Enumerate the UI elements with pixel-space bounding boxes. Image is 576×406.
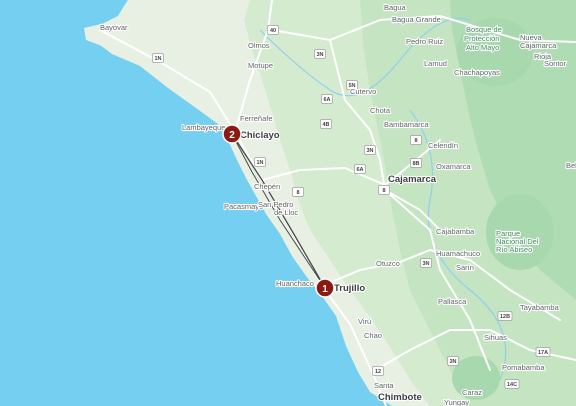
place-label: Alto Mayo [466, 43, 499, 52]
svg-text:12: 12 [375, 369, 381, 375]
place-label: Chota [370, 106, 391, 115]
place-label: Olmos [248, 41, 270, 50]
highway-shield: 6A [354, 164, 366, 174]
highway-shield: 1N [152, 53, 164, 63]
place-label: Trujillo [334, 283, 365, 294]
highway-shield: 40 [267, 25, 279, 35]
svg-text:4B: 4B [322, 122, 329, 128]
place-label: Lambayeque [182, 123, 225, 132]
place-label: Sontor [544, 59, 567, 68]
place-label: Bagua [384, 3, 407, 12]
highway-shield: 3N [364, 145, 376, 155]
highway-shield: 17A [535, 347, 551, 357]
place-label: Lamud [424, 59, 447, 68]
place-label: Chimbote [378, 392, 422, 403]
place-label: Bambamarca [384, 120, 429, 129]
place-label: Cutervo [350, 87, 376, 96]
place-label: Chachapoyas [454, 68, 500, 77]
place-label: Cajamarca [520, 41, 557, 50]
highway-shield: 8 [292, 187, 304, 197]
svg-text:8: 8 [382, 188, 385, 194]
svg-text:12B: 12B [500, 314, 510, 320]
place-label: Cajamarca [388, 174, 437, 185]
place-label: Huanchaco [276, 279, 314, 288]
place-label: Caraz [462, 388, 482, 397]
svg-text:1N: 1N [154, 56, 161, 62]
map-canvas[interactable]: 1N403N5N6A4B3N8B1N86A883N12B3N1214C17A B… [0, 0, 576, 406]
place-label: Protección [464, 34, 499, 43]
highway-shield: 1N [254, 157, 266, 167]
place-label: Yungay [444, 398, 469, 406]
svg-text:8: 8 [296, 190, 299, 196]
highway-shield: 3N [314, 49, 326, 59]
place-label: Bayovar [100, 23, 128, 32]
place-label: de Lloc [274, 208, 298, 217]
place-label: Bel [566, 161, 576, 170]
place-label: Celendín [428, 141, 458, 150]
highway-shield: 8 [378, 185, 390, 195]
svg-text:8B: 8B [412, 161, 419, 167]
place-label: Otuzco [376, 259, 400, 268]
svg-text:17A: 17A [538, 350, 548, 356]
svg-text:6A: 6A [323, 97, 330, 103]
place-label: Bagua Grande [392, 15, 441, 24]
highway-shield: 3N [447, 356, 459, 366]
place-label: Bosque de [466, 25, 502, 34]
place-label: Cajabamba [436, 227, 475, 236]
place-label: Sihuas [484, 333, 507, 342]
place-label: Chiclayo [240, 130, 280, 141]
svg-text:3N: 3N [449, 359, 456, 365]
highway-shield: 3N [420, 258, 432, 268]
marker-label: 1 [322, 284, 328, 295]
svg-text:40: 40 [270, 28, 276, 34]
marker-label: 2 [229, 130, 235, 141]
place-label: Pedro Ruiz [406, 37, 443, 46]
highway-shield: 14C [504, 379, 520, 389]
place-label: Pallasca [438, 297, 467, 306]
place-label: Río Abiseo [496, 245, 532, 254]
place-label: Tayabamba [520, 303, 560, 312]
svg-text:3N: 3N [316, 52, 323, 58]
marker-1[interactable]: 1 [315, 278, 335, 298]
place-label: Sarín [456, 263, 474, 272]
place-label: Virú [358, 317, 371, 326]
place-label: Ferreñafe [240, 114, 273, 123]
highway-shield: 12B [497, 311, 513, 321]
svg-text:6A: 6A [356, 167, 363, 173]
highway-shield: 12 [372, 366, 384, 376]
highway-shield: 8 [410, 135, 422, 145]
place-label: Oxamarca [436, 162, 471, 171]
svg-text:14C: 14C [507, 382, 517, 388]
place-label: Chepén [254, 182, 280, 191]
highway-shield: 4B [320, 119, 332, 129]
place-label: Huamachuco [436, 249, 480, 258]
highway-shield: 8B [410, 158, 422, 168]
place-label: Motupe [248, 61, 273, 70]
svg-text:3N: 3N [422, 261, 429, 267]
svg-text:1N: 1N [256, 160, 263, 166]
marker-2[interactable]: 2 [222, 124, 242, 144]
place-label: Pomabamba [502, 363, 545, 372]
place-label: Chao [364, 331, 382, 340]
highway-shield: 6A [321, 94, 333, 104]
svg-text:8: 8 [414, 138, 417, 144]
svg-text:3N: 3N [366, 148, 373, 154]
place-label: Santa [374, 381, 394, 390]
